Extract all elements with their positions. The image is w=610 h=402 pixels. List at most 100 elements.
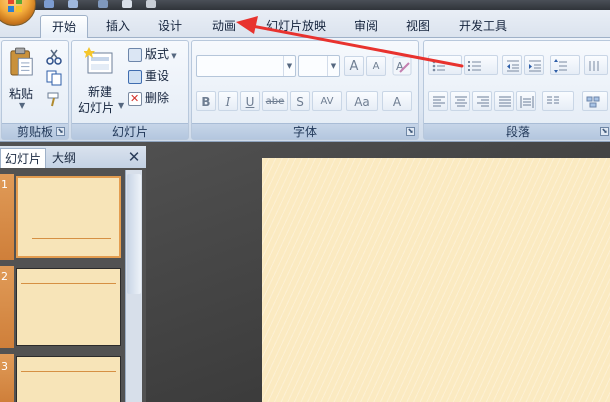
align-center-button[interactable]: [450, 91, 470, 111]
scrollbar-thumb[interactable]: [127, 174, 141, 294]
align-right-icon: [477, 96, 489, 107]
layout-label: 版式: [145, 47, 170, 61]
font-size-combo[interactable]: ▼: [298, 55, 340, 77]
change-case-button[interactable]: Aa: [346, 91, 378, 111]
paste-icon[interactable]: [9, 47, 35, 77]
columns-button[interactable]: [542, 91, 574, 111]
paste-button-label[interactable]: 粘贴: [9, 85, 33, 102]
align-left-icon: [433, 96, 445, 107]
close-panel-icon[interactable]: ✕: [126, 148, 142, 166]
text-direction-button[interactable]: [584, 55, 608, 75]
new-slide-icon[interactable]: [84, 47, 114, 75]
paragraph-launcher-icon[interactable]: ⬊: [600, 127, 609, 136]
ribbon-tab-bar: 开始 插入 设计 动画 幻灯片放映 审阅 视图 开发工具: [0, 10, 610, 39]
save-icon[interactable]: [44, 0, 54, 8]
increase-indent-button[interactable]: [524, 55, 544, 75]
slide-number-3: 3: [1, 360, 8, 373]
new-slide-label-line1[interactable]: 新建: [88, 83, 112, 100]
tab-design[interactable]: 设计: [148, 15, 192, 37]
font-group: ▼ ▼ A A A B I U abe S AV Aa A 字体 ⬊: [191, 40, 419, 140]
align-left-button[interactable]: [428, 91, 448, 111]
reset-label: 重设: [145, 69, 170, 83]
clipboard-launcher-icon[interactable]: ⬊: [56, 127, 65, 136]
customize-icon[interactable]: [122, 0, 132, 8]
slide-canvas[interactable]: [262, 158, 610, 402]
title-bar: [0, 0, 610, 10]
shadow-button[interactable]: S: [290, 91, 310, 111]
tab-slide-show[interactable]: 幻灯片放映: [256, 15, 336, 37]
ribbon: 粘贴 ▼ 剪贴板 ⬊ 新建 幻灯片 ▼ 版式 ▼ 重设 ✕ 删除 幻灯片 ▼ ▼…: [0, 38, 610, 142]
new-slide-dropdown-icon[interactable]: ▼: [118, 101, 124, 110]
tab-developer[interactable]: 开发工具: [448, 15, 518, 37]
copy-icon[interactable]: [46, 70, 62, 86]
align-right-button[interactable]: [472, 91, 492, 111]
font-size-dropdown-icon[interactable]: ▼: [327, 56, 339, 76]
reset-icon: [128, 69, 142, 84]
print-icon[interactable]: [146, 0, 156, 8]
slide-thumbnail-1[interactable]: [16, 176, 121, 258]
slide-thumbnail-2[interactable]: [16, 268, 121, 346]
reset-button[interactable]: 重设: [128, 67, 169, 85]
slide-number-1: 1: [1, 178, 8, 191]
line-spacing-icon: [554, 59, 567, 73]
redo-icon[interactable]: [98, 0, 108, 8]
format-painter-icon[interactable]: [46, 91, 62, 107]
underline-button[interactable]: U: [240, 91, 260, 111]
line-spacing-button[interactable]: [550, 55, 580, 75]
delete-button[interactable]: ✕ 删除: [128, 89, 169, 107]
numbering-icon: [468, 61, 481, 71]
cut-icon[interactable]: [46, 49, 62, 65]
font-name-dropdown-icon[interactable]: ▼: [283, 56, 295, 76]
layout-dropdown-icon: ▼: [169, 52, 177, 60]
font-color-button[interactable]: A: [382, 91, 412, 111]
smartart-icon: [586, 96, 600, 108]
thumbnail-rule: [21, 371, 116, 372]
tab-home[interactable]: 开始: [40, 15, 88, 39]
justify-button[interactable]: [494, 91, 514, 111]
clipboard-group: 粘贴 ▼ 剪贴板 ⬊: [1, 40, 69, 140]
slides-panel: 幻灯片 大纲 ✕ 1 2 3: [0, 142, 146, 402]
grow-font-button[interactable]: A: [344, 56, 364, 76]
tab-slides[interactable]: 幻灯片: [0, 148, 47, 168]
font-group-label: 字体: [192, 123, 418, 139]
clear-formatting-icon[interactable]: A: [392, 56, 412, 76]
slide-editing-area: [146, 142, 610, 402]
thumbnail-rule: [32, 238, 111, 239]
columns-icon: [547, 96, 559, 104]
text-direction-icon: [589, 61, 599, 71]
smartart-button[interactable]: [582, 91, 608, 111]
panel-scrollbar[interactable]: [125, 170, 142, 402]
paste-dropdown-icon[interactable]: ▼: [19, 101, 25, 110]
shrink-font-button[interactable]: A: [366, 56, 386, 76]
tab-review[interactable]: 审阅: [344, 15, 388, 37]
delete-label: 删除: [145, 91, 170, 105]
tab-outline[interactable]: 大纲: [48, 148, 80, 168]
tab-view[interactable]: 视图: [396, 15, 440, 37]
layout-button[interactable]: 版式 ▼: [128, 45, 177, 63]
decrease-indent-button[interactable]: [502, 55, 522, 75]
character-spacing-button[interactable]: AV: [312, 91, 342, 111]
strikethrough-button[interactable]: abe: [262, 91, 288, 111]
office-logo-icon: [8, 0, 22, 12]
distributed-icon: [520, 96, 534, 108]
paragraph-group-label: 段落: [424, 123, 610, 139]
thumbnail-rule: [21, 283, 116, 284]
slides-group-label: 幻灯片: [72, 123, 188, 139]
font-name-combo[interactable]: ▼: [196, 55, 296, 77]
justify-icon: [499, 96, 511, 107]
tab-animations[interactable]: 动画: [202, 15, 246, 37]
bullets-button[interactable]: [428, 55, 462, 75]
align-center-icon: [455, 96, 467, 107]
new-slide-label-line2[interactable]: 幻灯片: [78, 99, 114, 116]
numbering-button[interactable]: [464, 55, 498, 75]
decrease-indent-icon: [507, 60, 519, 72]
distributed-button[interactable]: [516, 91, 536, 111]
slide-thumbnail-3[interactable]: [16, 356, 121, 402]
paragraph-group: 段落 ⬊: [423, 40, 610, 140]
undo-icon[interactable]: [68, 0, 78, 8]
bold-button[interactable]: B: [196, 91, 216, 111]
font-launcher-icon[interactable]: ⬊: [406, 127, 415, 136]
italic-button[interactable]: I: [218, 91, 238, 111]
delete-icon: ✕: [128, 91, 142, 106]
tab-insert[interactable]: 插入: [96, 15, 140, 37]
